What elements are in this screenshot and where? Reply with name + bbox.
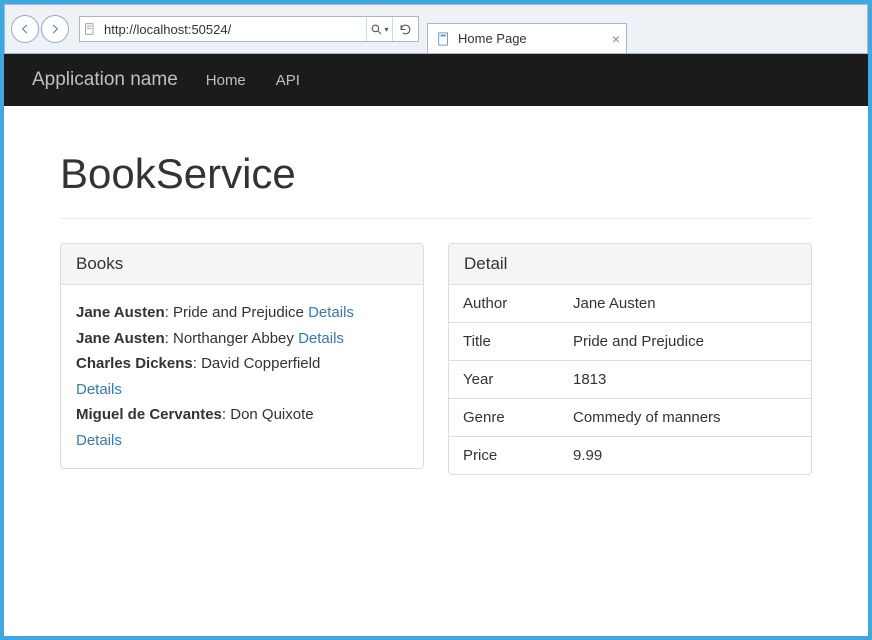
table-row: Year 1813 bbox=[449, 361, 811, 399]
book-author: Jane Austen bbox=[76, 330, 165, 347]
table-row: Genre Commedy of manners bbox=[449, 399, 811, 437]
details-link[interactable]: Details bbox=[298, 330, 344, 347]
books-panel: Books Jane Austen: Pride and Prejudice D… bbox=[60, 243, 424, 469]
list-item: Jane Austen: Pride and Prejudice Details bbox=[76, 300, 408, 326]
list-item: Jane Austen: Northanger Abbey Details bbox=[76, 326, 408, 352]
detail-panel-heading: Detail bbox=[449, 244, 811, 285]
search-dropdown-icon[interactable]: ▾ bbox=[366, 17, 392, 41]
table-row: Title Pride and Prejudice bbox=[449, 323, 811, 361]
detail-value: Commedy of manners bbox=[559, 399, 811, 437]
list-item: Miguel de Cervantes: Don Quixote Details bbox=[76, 402, 408, 453]
brand-link[interactable]: Application name bbox=[32, 69, 178, 91]
detail-value: 1813 bbox=[559, 361, 811, 399]
detail-column: Detail Author Jane Austen Title Pride an… bbox=[448, 243, 812, 475]
detail-label: Title bbox=[449, 323, 559, 361]
url-input[interactable] bbox=[100, 22, 366, 37]
detail-label: Year bbox=[449, 361, 559, 399]
detail-value: Pride and Prejudice bbox=[559, 323, 811, 361]
detail-value: Jane Austen bbox=[559, 285, 811, 323]
books-column: Books Jane Austen: Pride and Prejudice D… bbox=[60, 243, 424, 475]
address-bar: ▾ bbox=[79, 16, 419, 42]
tab-close-icon[interactable]: × bbox=[612, 31, 620, 47]
page-title: BookService bbox=[60, 150, 812, 198]
details-link[interactable]: Details bbox=[308, 304, 354, 321]
book-author: Miguel de Cervantes bbox=[76, 406, 222, 423]
table-row: Author Jane Austen bbox=[449, 285, 811, 323]
nav-link-home[interactable]: Home bbox=[206, 72, 246, 89]
book-title: Don Quixote bbox=[230, 406, 313, 423]
tab-favicon-icon bbox=[436, 31, 452, 47]
details-link[interactable]: Details bbox=[76, 381, 122, 398]
browser-toolbar: ▾ Home Page × bbox=[4, 4, 868, 54]
detail-label: Author bbox=[449, 285, 559, 323]
tab-strip: Home Page × bbox=[427, 5, 627, 53]
detail-label: Genre bbox=[449, 399, 559, 437]
nav-link-api[interactable]: API bbox=[276, 72, 300, 89]
list-item: Charles Dickens: David Copperfield Detai… bbox=[76, 351, 408, 402]
book-title: Northanger Abbey bbox=[173, 330, 294, 347]
book-title: Pride and Prejudice bbox=[173, 304, 304, 321]
detail-value: 9.99 bbox=[559, 437, 811, 475]
main-container: BookService Books Jane Austen: Pride and… bbox=[4, 106, 868, 495]
detail-label: Price bbox=[449, 437, 559, 475]
page-viewport: Application name Home API BookService Bo… bbox=[4, 54, 868, 636]
table-row: Price 9.99 bbox=[449, 437, 811, 475]
page-icon bbox=[80, 23, 100, 35]
book-author: Charles Dickens bbox=[76, 355, 193, 372]
book-author: Jane Austen bbox=[76, 304, 165, 321]
refresh-button[interactable] bbox=[392, 17, 418, 41]
forward-button[interactable] bbox=[41, 15, 69, 43]
divider bbox=[60, 218, 812, 219]
content-row: Books Jane Austen: Pride and Prejudice D… bbox=[60, 243, 812, 475]
details-link[interactable]: Details bbox=[76, 432, 122, 449]
book-title: David Copperfield bbox=[201, 355, 320, 372]
tab-title: Home Page bbox=[458, 31, 527, 46]
app-navbar: Application name Home API bbox=[4, 54, 868, 106]
back-button[interactable] bbox=[11, 15, 39, 43]
detail-table: Author Jane Austen Title Pride and Preju… bbox=[449, 285, 811, 474]
detail-panel: Detail Author Jane Austen Title Pride an… bbox=[448, 243, 812, 475]
browser-tab[interactable]: Home Page × bbox=[427, 23, 627, 53]
books-panel-heading: Books bbox=[61, 244, 423, 285]
books-list: Jane Austen: Pride and Prejudice Details… bbox=[61, 285, 423, 468]
